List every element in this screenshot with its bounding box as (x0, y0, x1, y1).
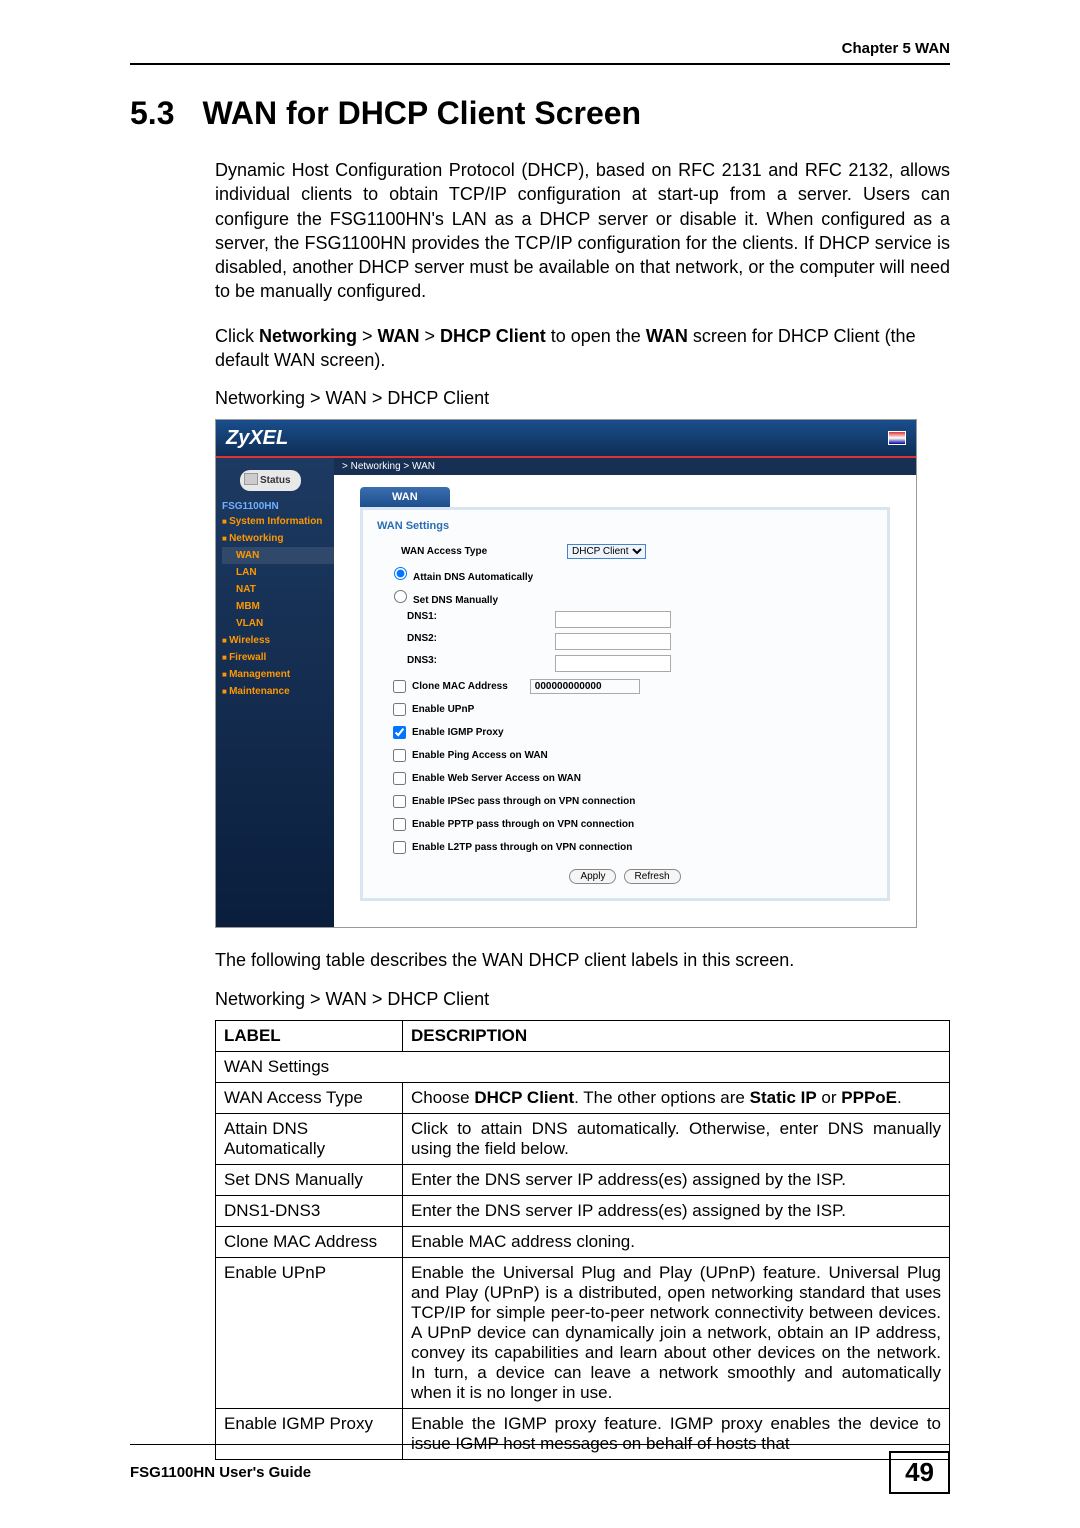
row-upnp-desc: Enable the Universal Plug and Play (UPnP… (403, 1257, 950, 1408)
input-dns1[interactable] (555, 611, 671, 628)
label-webserver: Enable Web Server Access on WAN (412, 773, 581, 784)
row-set-dns-manually: Set DNS Manually (377, 587, 873, 606)
tab-wan[interactable]: WAN (360, 487, 450, 507)
footer: FSG1100HN User's Guide 49 (130, 1444, 950, 1494)
topbar: ZyXEL (216, 420, 916, 458)
row-dns13-desc: Enter the DNS server IP address(es) assi… (403, 1195, 950, 1226)
sidebar-firewall[interactable]: Firewall (222, 649, 334, 666)
section-number: 5.3 (130, 95, 174, 132)
language-flag-icon[interactable] (888, 431, 906, 445)
row-attain-desc: Click to attain DNS automatically. Other… (403, 1113, 950, 1164)
row-upnp-label: Enable UPnP (216, 1257, 403, 1408)
label-dns3: DNS3: (407, 655, 555, 672)
refresh-button[interactable]: Refresh (624, 869, 681, 884)
label-dns1: DNS1: (407, 611, 555, 628)
figure-caption: Networking > WAN > DHCP Client (215, 388, 950, 409)
checkbox-ipsec[interactable] (393, 795, 406, 808)
device-model: FSG1100HN (222, 501, 334, 513)
label-upnp: Enable UPnP (412, 704, 474, 715)
row-attain-label: Attain DNS Automatically (216, 1113, 403, 1164)
label-ipsec: Enable IPSec pass through on VPN connect… (412, 796, 635, 807)
description-table: LABEL DESCRIPTION WAN Settings WAN Acces… (215, 1020, 950, 1460)
sidebar-nat[interactable]: NAT (222, 581, 334, 598)
intro-paragraph: Dynamic Host Configuration Protocol (DHC… (215, 158, 950, 304)
page-number: 49 (889, 1451, 950, 1494)
label-pptp: Enable PPTP pass through on VPN connecti… (412, 819, 634, 830)
sidebar-management[interactable]: Management (222, 666, 334, 683)
label-igmp: Enable IGMP Proxy (412, 727, 504, 738)
tab-row: WAN (334, 475, 916, 507)
sidebar-maintenance[interactable]: Maintenance (222, 683, 334, 700)
wan-screenshot: ZyXEL Status FSG1100HN System Informatio… (215, 419, 917, 928)
row-setdns-label: Set DNS Manually (216, 1164, 403, 1195)
row-clone-label: Clone MAC Address (216, 1226, 403, 1257)
table-caption: Networking > WAN > DHCP Client (215, 989, 950, 1010)
status-button[interactable]: Status (240, 470, 301, 491)
row-setdns-desc: Enter the DNS server IP address(es) assi… (403, 1164, 950, 1195)
label-l2tp: Enable L2TP pass through on VPN connecti… (412, 842, 632, 853)
sidebar-wireless[interactable]: Wireless (222, 632, 334, 649)
sidebar-networking[interactable]: Networking (222, 530, 334, 547)
breadcrumb: > Networking > WAN (334, 458, 916, 475)
row-attain-dns: Attain DNS Automatically (377, 564, 873, 583)
chapter-header: Chapter 5 WAN (130, 40, 950, 65)
checkbox-pptp[interactable] (393, 818, 406, 831)
input-dns3[interactable] (555, 655, 671, 672)
post-figure-text: The following table describes the WAN DH… (215, 948, 950, 972)
checkbox-l2tp[interactable] (393, 841, 406, 854)
sidebar-system-information[interactable]: System Information (222, 513, 334, 530)
input-dns2[interactable] (555, 633, 671, 650)
sidebar-mbm[interactable]: MBM (222, 598, 334, 615)
sidebar-wan[interactable]: WAN (222, 547, 334, 564)
th-description: DESCRIPTION (403, 1020, 950, 1051)
select-access-type[interactable]: DHCP Client (567, 544, 646, 559)
checkbox-clone-mac[interactable] (393, 680, 406, 693)
label-clone-mac: Clone MAC Address (412, 681, 508, 692)
sidebar: Status FSG1100HN System Information Netw… (216, 458, 334, 927)
section-title-text: WAN for DHCP Client Screen (202, 95, 641, 131)
checkbox-webserver[interactable] (393, 772, 406, 785)
row-dns13-label: DNS1-DNS3 (216, 1195, 403, 1226)
checkbox-ping[interactable] (393, 749, 406, 762)
apply-button[interactable]: Apply (569, 869, 616, 884)
label-dns2: DNS2: (407, 633, 555, 650)
logo: ZyXEL (226, 427, 288, 450)
sidebar-vlan[interactable]: VLAN (222, 615, 334, 632)
radio-attain-dns[interactable] (394, 567, 407, 580)
wan-settings-panel: WAN Settings WAN Access Type DHCP Client… (360, 507, 890, 901)
row-clone-desc: Enable MAC address cloning. (403, 1226, 950, 1257)
row-wan-settings: WAN Settings (216, 1051, 950, 1082)
checkbox-igmp[interactable] (393, 726, 406, 739)
row-access-label: WAN Access Type (216, 1082, 403, 1113)
section-title: 5.3 WAN for DHCP Client Screen (130, 95, 950, 132)
row-access-type: WAN Access Type DHCP Client (377, 544, 873, 559)
th-label: LABEL (216, 1020, 403, 1051)
label-access-type: WAN Access Type (377, 546, 567, 557)
click-instruction: Click Networking > WAN > DHCP Client to … (215, 324, 950, 373)
panel-title: WAN Settings (377, 520, 873, 532)
checkbox-upnp[interactable] (393, 703, 406, 716)
footer-guide: FSG1100HN User's Guide (130, 1464, 311, 1481)
radio-set-dns-manually[interactable] (394, 590, 407, 603)
input-clone-mac[interactable]: 000000000000 (530, 679, 640, 694)
row-access-desc: Choose DHCP Client. The other options ar… (403, 1082, 950, 1113)
sidebar-lan[interactable]: LAN (222, 564, 334, 581)
content-area: > Networking > WAN WAN WAN Settings WAN … (334, 458, 916, 927)
label-ping: Enable Ping Access on WAN (412, 750, 548, 761)
